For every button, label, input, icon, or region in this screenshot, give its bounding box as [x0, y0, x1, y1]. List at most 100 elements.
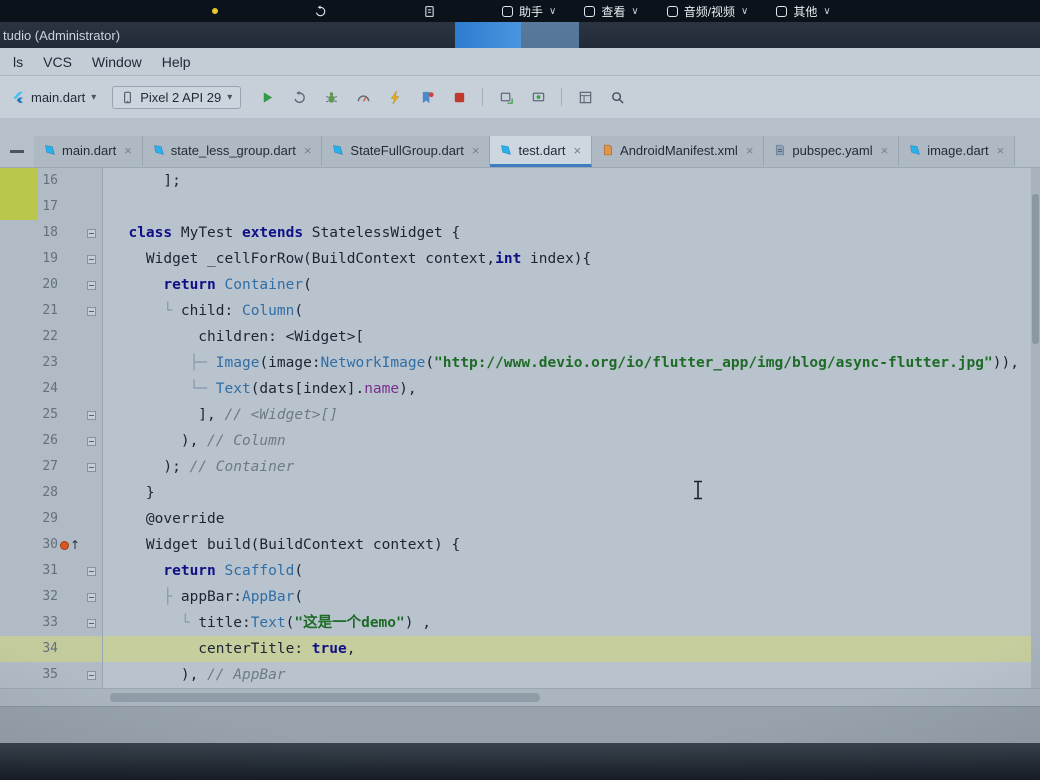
tab-AndroidManifest.xml[interactable]: AndroidManifest.xml ×: [592, 136, 765, 167]
tab-pubspec.yaml[interactable]: pubspec.yaml ×: [764, 136, 900, 167]
vertical-scrollbar-thumb[interactable]: [1032, 194, 1039, 344]
fold-marker-icon[interactable]: [86, 462, 96, 472]
profiler-icon[interactable]: [351, 85, 375, 109]
close-tab-icon[interactable]: ×: [472, 143, 480, 158]
close-tab-icon[interactable]: ×: [746, 143, 754, 158]
code-segment: ,: [346, 641, 356, 657]
code-segment: Image: [215, 355, 260, 371]
code-segment: └: [163, 303, 181, 319]
tab-main.dart[interactable]: main.dart ×: [34, 136, 143, 167]
editor-line[interactable]: 18 class MyTest extends StatelessWidget …: [0, 220, 1040, 246]
close-tab-icon[interactable]: ×: [124, 143, 132, 158]
more-button[interactable]: 其他 ∨: [776, 3, 831, 20]
fold-marker-icon[interactable]: [86, 618, 96, 628]
search-icon[interactable]: [605, 85, 629, 109]
editor-line[interactable]: 30 ↑ Widget build(BuildContext context) {: [0, 532, 1040, 558]
horizontal-scrollbar[interactable]: [0, 688, 1040, 706]
assistant-button[interactable]: 助手 ∨: [502, 3, 556, 20]
collapse-icon[interactable]: [10, 150, 24, 153]
flutter-icon: [12, 91, 25, 104]
run-icon[interactable]: [255, 85, 279, 109]
run-config-select[interactable]: main.dart ▾: [6, 87, 102, 108]
editor-line[interactable]: 22 children: <Widget>[: [0, 324, 1040, 350]
code-segment: Container: [224, 277, 304, 293]
editor-line[interactable]: 21 └ child: Column(: [0, 298, 1040, 324]
refresh-icon[interactable]: [314, 4, 327, 18]
tab-test.dart[interactable]: test.dart ×: [490, 136, 593, 167]
stop-icon[interactable]: [447, 85, 471, 109]
close-tab-icon[interactable]: ×: [304, 143, 312, 158]
apply-changes-icon[interactable]: [287, 85, 311, 109]
editor-line[interactable]: 20 return Container(: [0, 272, 1040, 298]
overriding-method-icon[interactable]: [59, 540, 69, 550]
audio-video-button[interactable]: 音频/视频 ∨: [666, 3, 748, 20]
vertical-scrollbar[interactable]: [1031, 168, 1040, 688]
dart-file-icon: [44, 144, 56, 156]
editor-line[interactable]: 33 └ title:Text("这是一个demo") ,: [0, 610, 1040, 636]
editor-line[interactable]: 31 return Scaffold(: [0, 558, 1040, 584]
screen-record-icon[interactable]: [526, 85, 550, 109]
horizontal-scrollbar-thumb[interactable]: [110, 693, 540, 702]
view-button[interactable]: 查看 ∨: [584, 3, 639, 20]
fold-marker-icon[interactable]: [86, 280, 96, 290]
editor-line[interactable]: 19 Widget _cellForRow(BuildContext conte…: [0, 246, 1040, 272]
fold-marker-icon[interactable]: [86, 436, 96, 446]
tab-state_less_group.dart[interactable]: state_less_group.dart ×: [142, 136, 323, 167]
editor-line[interactable]: 16 ];: [0, 168, 1040, 194]
code-line-text: @override: [103, 506, 225, 532]
device-label: Pixel 2 API 29: [140, 89, 222, 105]
editor-line[interactable]: 34 centerTitle: true,: [0, 636, 1040, 662]
audio-video-label: 音频/视频: [683, 4, 736, 19]
menu-vcs[interactable]: VCS: [34, 51, 81, 73]
menu-tools[interactable]: ls: [4, 51, 32, 73]
code-segment: "http://www.devio.org/io/flutter_app/img…: [434, 355, 993, 371]
menu-window[interactable]: Window: [83, 51, 151, 73]
fold-slot: [82, 592, 100, 602]
hot-restart-icon[interactable]: [415, 85, 439, 109]
editor-line[interactable]: 32 ├ appBar:AppBar(: [0, 584, 1040, 610]
screenshot-icon[interactable]: [494, 85, 518, 109]
close-tab-icon[interactable]: ×: [881, 143, 889, 158]
editor-line[interactable]: 27 ); // Container: [0, 454, 1040, 480]
fold-marker-icon[interactable]: [86, 228, 96, 238]
up-arrow-icon[interactable]: ↑: [70, 539, 80, 551]
code-segment: }: [111, 485, 155, 501]
code-segment: └─: [189, 381, 216, 397]
view-icon: [584, 5, 596, 17]
device-select[interactable]: Pixel 2 API 29 ▾: [112, 85, 242, 109]
document-icon[interactable]: [423, 5, 436, 18]
fold-marker-icon[interactable]: [86, 670, 96, 680]
code-segment: ├─: [189, 355, 216, 371]
code-segment: return: [163, 563, 216, 579]
editor-line[interactable]: 29 @override: [0, 506, 1040, 532]
hot-reload-icon[interactable]: [383, 85, 407, 109]
menu-help[interactable]: Help: [153, 51, 200, 73]
code-editor[interactable]: 16 ]; 17 18 class MyTest extends Stateless…: [0, 168, 1040, 688]
editor-line[interactable]: 26 ), // Column: [0, 428, 1040, 454]
phone-icon: [121, 91, 134, 104]
editor-line[interactable]: 17: [0, 194, 1040, 220]
fold-marker-icon[interactable]: [86, 566, 96, 576]
code-segment: (: [425, 355, 435, 371]
code-segment: name: [364, 381, 400, 397]
tab-image.dart[interactable]: image.dart ×: [899, 136, 1016, 167]
editor-line[interactable]: 23 ├─ Image(image:NetworkImage("http://w…: [0, 350, 1040, 376]
code-segment: centerTitle:: [111, 641, 312, 657]
fold-marker-icon[interactable]: [86, 306, 96, 316]
fold-marker-icon[interactable]: [86, 254, 96, 264]
editor-line[interactable]: 24 └─ Text(dats[index].name),: [0, 376, 1040, 402]
close-tab-icon[interactable]: ×: [573, 143, 581, 158]
close-tab-icon[interactable]: ×: [997, 143, 1005, 158]
fold-marker-icon[interactable]: [86, 592, 96, 602]
editor-line[interactable]: 35 ), // AppBar: [0, 662, 1040, 688]
layout-inspector-icon[interactable]: [573, 85, 597, 109]
tab-label: test.dart: [518, 142, 566, 158]
editor-line[interactable]: 28 }: [0, 480, 1040, 506]
yaml-file-icon: [774, 144, 786, 156]
fold-marker-icon[interactable]: [86, 410, 96, 420]
tab-StateFullGroup.dart[interactable]: StateFullGroup.dart ×: [322, 136, 491, 167]
code-segment: ├: [163, 589, 181, 605]
code-segment: (: [294, 303, 304, 319]
editor-line[interactable]: 25 ], // <Widget>[]: [0, 402, 1040, 428]
attach-debugger-icon[interactable]: [319, 85, 343, 109]
